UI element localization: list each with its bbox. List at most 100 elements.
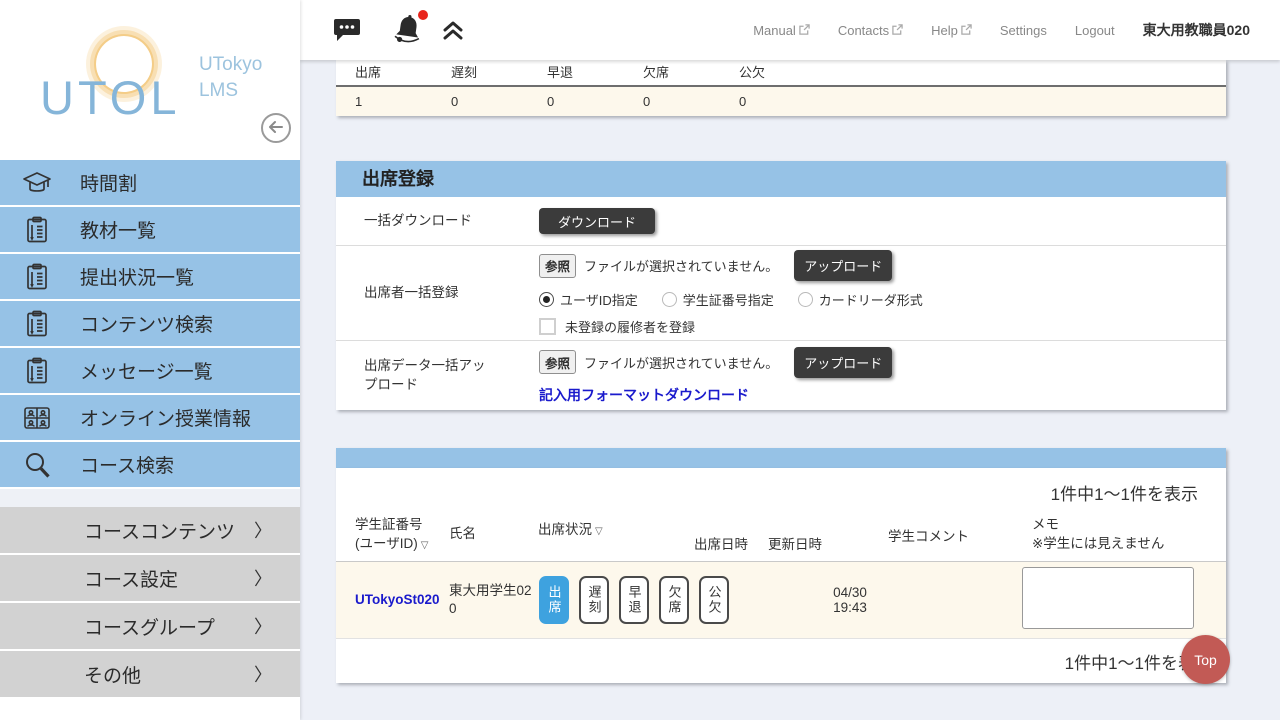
status-present-button[interactable]: 出席 xyxy=(539,576,569,624)
update-time-cell: 04/30 19:43 xyxy=(768,585,880,615)
summary-header: 遅刻 xyxy=(451,62,547,81)
sidebar-item-course-contents[interactable]: コースコンテンツ 〉 xyxy=(0,507,300,555)
chevron-right-icon: 〉 xyxy=(254,517,272,543)
clipboard-icon xyxy=(20,356,54,386)
user-name: 東大用教職員020 xyxy=(1143,20,1250,40)
sidebar-item-label: メッセージ一覧 xyxy=(80,357,213,384)
sidebar-collapse-button[interactable] xyxy=(261,113,291,143)
bell-icon[interactable] xyxy=(391,14,425,46)
chevron-right-icon: 〉 xyxy=(254,661,272,687)
bulk-download-row: 一括ダウンロード ダウンロード xyxy=(336,197,1226,246)
section-title: 出席登録 xyxy=(336,161,1226,197)
notification-badge xyxy=(418,10,428,20)
topbar-links: Manual Contacts Help Settings Logout 東大用… xyxy=(753,20,1280,40)
clipboard-icon xyxy=(20,262,54,292)
sidebar-item-course-search[interactable]: コース検索 xyxy=(0,442,300,489)
back-arrow-icon xyxy=(268,120,284,137)
radio-student-card-number[interactable] xyxy=(662,292,677,307)
attend-time-header: 出席日時 xyxy=(694,508,768,561)
settings-link[interactable]: Settings xyxy=(1000,23,1047,38)
sort-icon: ▽ xyxy=(595,526,603,537)
student-list-header-bar xyxy=(336,448,1226,468)
sidebar-item-label: 時間割 xyxy=(80,169,137,196)
search-icon xyxy=(20,450,54,480)
browse-button[interactable]: 参照 xyxy=(539,350,576,374)
radio-card-reader[interactable] xyxy=(798,292,813,307)
chevron-right-icon: 〉 xyxy=(254,613,272,639)
summary-header: 欠席 xyxy=(643,62,739,81)
summary-value-row: 1 0 0 0 0 xyxy=(336,87,1226,116)
sidebar-item-materials[interactable]: 教材一覧 xyxy=(0,207,300,254)
format-download-link[interactable]: 記入用フォーマットダウンロード xyxy=(539,385,892,405)
sidebar-item-online-class-info[interactable]: オンライン授業情報 xyxy=(0,395,300,442)
external-link-icon xyxy=(799,23,810,38)
main-content: 出席 遅刻 早退 欠席 公欠 1 0 0 0 0 出席登録 一括ダウンロード ダ… xyxy=(300,60,1280,720)
student-name: 東大用学生020 xyxy=(449,583,532,616)
comment-header: 学生コメント xyxy=(880,508,1022,561)
student-id-link[interactable]: UTokyoSt020 xyxy=(355,592,440,607)
logout-link[interactable]: Logout xyxy=(1075,23,1115,38)
upload-button[interactable]: アップロード xyxy=(794,250,892,281)
sidebar-item-label: 提出状況一覧 xyxy=(80,263,194,290)
data-upload-label: 出席データ一括アップロード xyxy=(364,357,496,393)
register-unenrolled-checkbox[interactable] xyxy=(539,318,556,335)
pagination-text-top: 1件中1〜1件を表示 xyxy=(336,468,1226,508)
summary-value: 0 xyxy=(739,94,835,109)
sidebar-item-course-group[interactable]: コースグループ 〉 xyxy=(0,603,300,651)
table-row: UTokyoSt020 東大用学生020 出席 遅刻 早退 欠席 公欠 04/3… xyxy=(336,562,1226,639)
radio-user-id[interactable] xyxy=(539,292,554,307)
pagination-text-bottom: 1件中1〜1件を表示 xyxy=(336,639,1226,683)
sidebar-item-label: 教材一覧 xyxy=(80,216,156,243)
bulk-register-row: 出席者一括登録 参照 ファイルが選択されていません。 アップロード ユーザID指… xyxy=(336,246,1226,341)
sidebar-item-label: オンライン授業情報 xyxy=(80,404,251,431)
attendance-registration-panel: 出席登録 一括ダウンロード ダウンロード 出席者一括登録 参照 ファイルが選択さ… xyxy=(336,161,1226,410)
upload-button[interactable]: アップロード xyxy=(794,347,892,378)
manual-link[interactable]: Manual xyxy=(753,23,810,38)
memo-header: メモ ※学生には見えません xyxy=(1022,508,1226,561)
sidebar-item-messages[interactable]: メッセージ一覧 xyxy=(0,348,300,395)
data-upload-row: 出席データ一括アップロード 参照 ファイルが選択されていません。 アップロード … xyxy=(336,341,1226,410)
student-list-panel: 1件中1〜1件を表示 学生証番号 (ユーザID)▽ 氏名 出席状況▽ 出席日時 … xyxy=(336,468,1226,683)
scroll-to-top-button[interactable]: Top xyxy=(1181,635,1230,684)
sidebar-item-content-search[interactable]: コンテンツ検索 xyxy=(0,301,300,348)
sidebar: UTOL UTokyo LMS 時間割 教材一覧 提出状況一覧 xyxy=(0,0,300,720)
summary-value: 0 xyxy=(643,94,739,109)
status-late-button[interactable]: 遅刻 xyxy=(579,576,609,624)
summary-value: 0 xyxy=(451,94,547,109)
sidebar-item-course-settings[interactable]: コース設定 〉 xyxy=(0,555,300,603)
clipboard-icon xyxy=(20,215,54,245)
sidebar-item-submission-status[interactable]: 提出状況一覧 xyxy=(0,254,300,301)
sidebar-item-label: コンテンツ検索 xyxy=(80,310,213,337)
browse-button[interactable]: 参照 xyxy=(539,254,576,278)
summary-header: 早退 xyxy=(547,62,643,81)
sidebar-item-timetable[interactable]: 時間割 xyxy=(0,160,300,207)
download-button[interactable]: ダウンロード xyxy=(539,208,655,234)
summary-header: 公欠 xyxy=(739,62,835,81)
status-button-group: 出席 遅刻 早退 欠席 公欠 xyxy=(538,576,694,624)
online-class-icon xyxy=(20,403,54,433)
student-id-header[interactable]: 学生証番号 (ユーザID)▽ xyxy=(355,508,449,561)
graduation-cap-icon xyxy=(20,168,54,198)
contacts-link[interactable]: Contacts xyxy=(838,23,903,38)
file-status-text: ファイルが選択されていません。 xyxy=(584,256,778,275)
status-excused-button[interactable]: 公欠 xyxy=(699,576,729,624)
status-early-leave-button[interactable]: 早退 xyxy=(619,576,649,624)
student-table-header: 学生証番号 (ユーザID)▽ 氏名 出席状況▽ 出席日時 更新日時 学生コメント… xyxy=(336,508,1226,562)
external-link-icon xyxy=(961,23,972,38)
chevron-right-icon: 〉 xyxy=(254,565,272,591)
sort-icon: ▽ xyxy=(421,540,429,551)
sidebar-item-others[interactable]: その他 〉 xyxy=(0,651,300,699)
sidebar-item-label: コース検索 xyxy=(80,451,174,478)
topbar: Manual Contacts Help Settings Logout 東大用… xyxy=(300,0,1280,60)
status-header[interactable]: 出席状況▽ xyxy=(538,508,694,561)
chat-icon[interactable] xyxy=(333,17,361,43)
utol-logo: UTOL UTokyo LMS xyxy=(0,0,300,110)
sidebar-menu: 時間割 教材一覧 提出状況一覧 コンテンツ検索 メッセージ一覧 xyxy=(0,160,300,699)
summary-value: 1 xyxy=(355,94,451,109)
help-link[interactable]: Help xyxy=(931,23,972,38)
sidebar-divider xyxy=(0,489,300,507)
memo-textarea[interactable] xyxy=(1022,567,1194,629)
status-absent-button[interactable]: 欠席 xyxy=(659,576,689,624)
bulk-download-label: 一括ダウンロード xyxy=(364,212,496,230)
double-chevron-up-icon[interactable] xyxy=(441,18,465,42)
